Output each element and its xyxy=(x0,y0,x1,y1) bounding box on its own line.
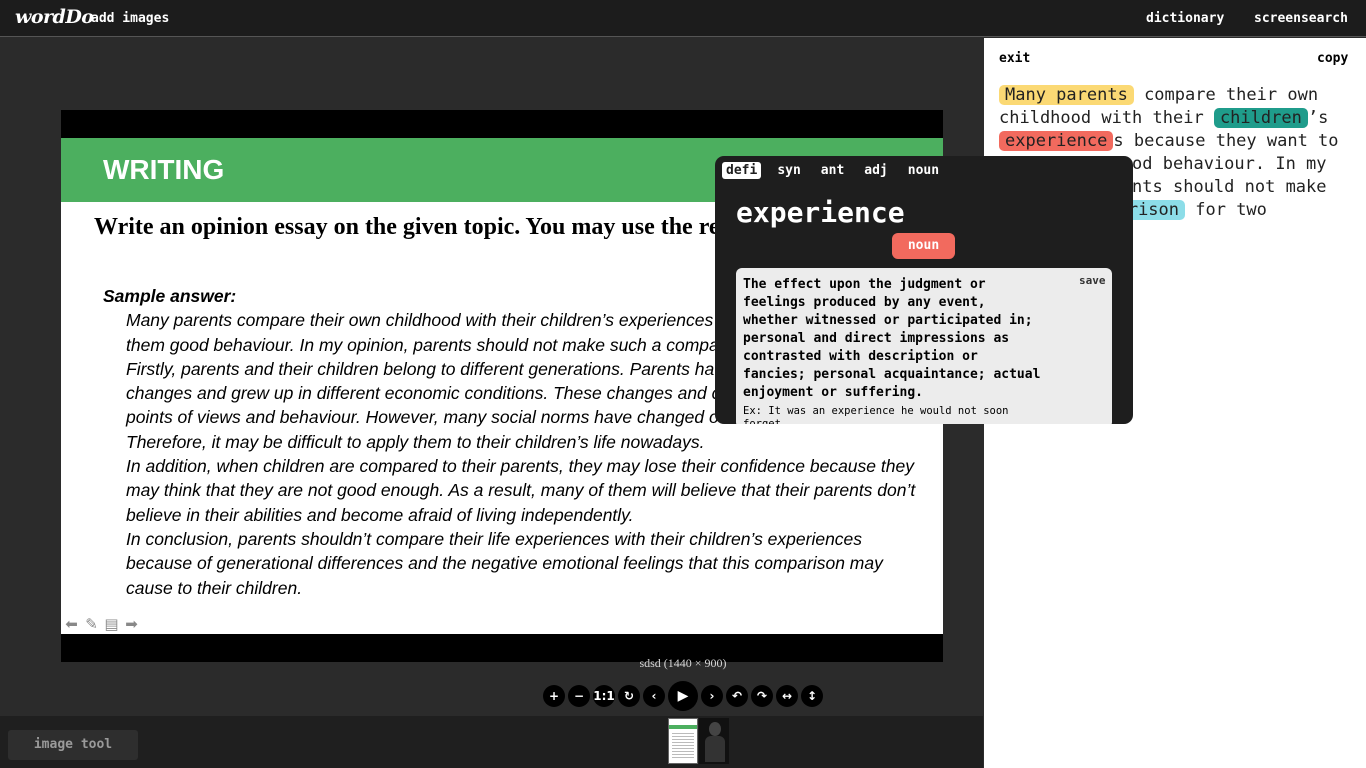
play-button[interactable]: ▶ xyxy=(668,681,698,711)
thumbnail-1[interactable] xyxy=(668,718,698,764)
flip-vertical-button[interactable]: ↕ xyxy=(801,685,823,707)
essay-paragraph-3: In addition, when children are compared … xyxy=(126,456,916,525)
top-bar: wordDo add images dictionary screensearc… xyxy=(0,0,1366,37)
thumbnail-figure-head xyxy=(709,722,721,736)
arrow-left-icon[interactable]: ⬅ xyxy=(63,616,80,633)
exit-button[interactable]: exit xyxy=(999,51,1030,66)
pencil-icon[interactable]: ✎ xyxy=(83,616,100,633)
definition-card: The effect upon the judgment or feelings… xyxy=(736,268,1112,424)
slide-tools: ⬅ ✎ ▤ ➡ xyxy=(63,616,140,633)
copy-button[interactable]: copy xyxy=(1317,51,1348,66)
popup-tabs: defi syn ant adj noun xyxy=(722,162,943,179)
screensearch-link[interactable]: screensearch xyxy=(1254,11,1348,26)
thumbnail-text xyxy=(672,733,694,759)
add-images-link[interactable]: add images xyxy=(91,11,169,26)
essay-paragraph-4: In conclusion, parents shouldn’t compare… xyxy=(126,528,883,598)
tab-defi[interactable]: defi xyxy=(722,162,762,179)
thumbnail-figure-body xyxy=(705,736,725,762)
next-button[interactable]: › xyxy=(701,685,723,707)
one-to-one-button[interactable]: 1:1 xyxy=(593,685,615,707)
image-caption: sdsd (1440 × 900) xyxy=(639,656,727,670)
rotate-right-button[interactable]: ↷ xyxy=(751,685,773,707)
reset-button[interactable]: ↻ xyxy=(618,685,640,707)
zoom-in-button[interactable]: + xyxy=(543,685,565,707)
image-tool-button[interactable]: image tool xyxy=(8,730,138,760)
highlighted-word[interactable]: children xyxy=(1213,108,1308,128)
slide-title: WRITING xyxy=(103,154,225,185)
tab-ant[interactable]: ant xyxy=(817,162,848,179)
text-segment: for two xyxy=(1185,200,1267,220)
definition-text: The effect upon the judgment or feelings… xyxy=(743,277,1041,400)
notes-icon[interactable]: ▤ xyxy=(103,616,120,633)
dictionary-link[interactable]: dictionary xyxy=(1146,11,1224,26)
bottom-bar: image tool xyxy=(0,716,983,768)
thumbnail-header xyxy=(669,725,697,729)
zoom-out-button[interactable]: − xyxy=(568,685,590,707)
tab-adj[interactable]: adj xyxy=(860,162,891,179)
save-button[interactable]: save xyxy=(1079,274,1106,287)
tab-syn[interactable]: syn xyxy=(773,162,804,179)
arrow-right-icon[interactable]: ➡ xyxy=(123,616,140,633)
highlighted-word[interactable]: experience xyxy=(999,131,1114,151)
app-logo[interactable]: wordDo xyxy=(15,6,94,28)
flip-horizontal-button[interactable]: ↔ xyxy=(776,685,798,707)
popup-word: experience xyxy=(736,196,905,229)
definition-example: Ex: It was an experience he would not so… xyxy=(743,405,1009,424)
tab-noun[interactable]: noun xyxy=(904,162,943,179)
viewer-toolbar: + −1:1 ↻ ‹ ▶ › ↶ ↷ ↔ ↕ xyxy=(543,681,823,711)
highlighted-word[interactable]: Many parents xyxy=(999,85,1134,105)
prev-button[interactable]: ‹ xyxy=(643,685,665,707)
part-of-speech-badge: noun xyxy=(892,233,955,259)
thumbnail-2[interactable] xyxy=(699,718,729,764)
definition-popup: defi syn ant adj noun experience noun The ef… xyxy=(715,156,1133,424)
rotate-left-button[interactable]: ↶ xyxy=(726,685,748,707)
text-segment: ’s xyxy=(1307,108,1329,128)
